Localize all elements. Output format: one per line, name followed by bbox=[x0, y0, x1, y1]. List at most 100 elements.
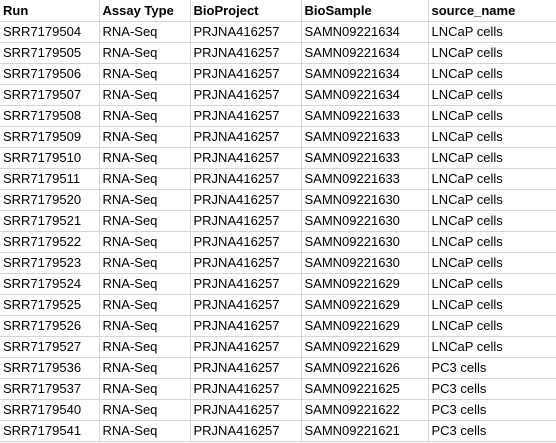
cell-bioproject[interactable]: PRJNA416257 bbox=[189, 377, 302, 400]
cell-assay-type[interactable]: RNA-Seq bbox=[98, 83, 191, 106]
cell-source-name[interactable]: LNCaP cells bbox=[427, 335, 556, 358]
header-cell-bioproject[interactable]: BioProject bbox=[189, 0, 302, 22]
cell-source-name[interactable]: PC3 cells bbox=[427, 356, 556, 379]
cell-run[interactable]: SRR7179505 bbox=[0, 41, 100, 64]
cell-biosample[interactable]: SAMN09221633 bbox=[300, 167, 429, 190]
cell-run[interactable]: SRR7179521 bbox=[0, 209, 100, 232]
cell-run[interactable]: SRR7179524 bbox=[0, 272, 100, 295]
cell-source-name[interactable]: LNCaP cells bbox=[427, 20, 556, 43]
cell-source-name[interactable]: LNCaP cells bbox=[427, 146, 556, 169]
cell-bioproject[interactable]: PRJNA416257 bbox=[189, 41, 302, 64]
cell-biosample[interactable]: SAMN09221634 bbox=[300, 20, 429, 43]
cell-bioproject[interactable]: PRJNA416257 bbox=[189, 251, 302, 274]
cell-source-name[interactable]: LNCaP cells bbox=[427, 272, 556, 295]
cell-biosample[interactable]: SAMN09221622 bbox=[300, 398, 429, 421]
cell-biosample[interactable]: SAMN09221629 bbox=[300, 293, 429, 316]
cell-bioproject[interactable]: PRJNA416257 bbox=[189, 272, 302, 295]
cell-assay-type[interactable]: RNA-Seq bbox=[98, 335, 191, 358]
cell-assay-type[interactable]: RNA-Seq bbox=[98, 167, 191, 190]
cell-source-name[interactable]: LNCaP cells bbox=[427, 104, 556, 127]
cell-source-name[interactable]: PC3 cells bbox=[427, 398, 556, 421]
header-cell-assay-type[interactable]: Assay Type bbox=[98, 0, 191, 22]
cell-bioproject[interactable]: PRJNA416257 bbox=[189, 62, 302, 85]
cell-run[interactable]: SRR7179526 bbox=[0, 314, 100, 337]
cell-run[interactable]: SRR7179536 bbox=[0, 356, 100, 379]
cell-assay-type[interactable]: RNA-Seq bbox=[98, 293, 191, 316]
cell-biosample[interactable]: SAMN09221629 bbox=[300, 272, 429, 295]
cell-run[interactable]: SRR7179520 bbox=[0, 188, 100, 211]
cell-assay-type[interactable]: RNA-Seq bbox=[98, 209, 191, 232]
cell-run[interactable]: SRR7179537 bbox=[0, 377, 100, 400]
cell-biosample[interactable]: SAMN09221629 bbox=[300, 335, 429, 358]
cell-bioproject[interactable]: PRJNA416257 bbox=[189, 209, 302, 232]
cell-run[interactable]: SRR7179504 bbox=[0, 20, 100, 43]
cell-run[interactable]: SRR7179509 bbox=[0, 125, 100, 148]
cell-source-name[interactable]: LNCaP cells bbox=[427, 62, 556, 85]
cell-run[interactable]: SRR7179506 bbox=[0, 62, 100, 85]
cell-run[interactable]: SRR7179540 bbox=[0, 398, 100, 421]
cell-bioproject[interactable]: PRJNA416257 bbox=[189, 293, 302, 316]
cell-assay-type[interactable]: RNA-Seq bbox=[98, 188, 191, 211]
cell-assay-type[interactable]: RNA-Seq bbox=[98, 20, 191, 43]
cell-assay-type[interactable]: RNA-Seq bbox=[98, 314, 191, 337]
cell-source-name[interactable]: LNCaP cells bbox=[427, 167, 556, 190]
cell-biosample[interactable]: SAMN09221629 bbox=[300, 314, 429, 337]
cell-source-name[interactable]: LNCaP cells bbox=[427, 41, 556, 64]
cell-bioproject[interactable]: PRJNA416257 bbox=[189, 188, 302, 211]
cell-biosample[interactable]: SAMN09221634 bbox=[300, 41, 429, 64]
cell-source-name[interactable]: PC3 cells bbox=[427, 419, 556, 442]
cell-source-name[interactable]: LNCaP cells bbox=[427, 251, 556, 274]
cell-biosample[interactable]: SAMN09221621 bbox=[300, 419, 429, 442]
cell-assay-type[interactable]: RNA-Seq bbox=[98, 419, 191, 442]
header-cell-run[interactable]: Run bbox=[0, 0, 100, 22]
cell-bioproject[interactable]: PRJNA416257 bbox=[189, 125, 302, 148]
cell-assay-type[interactable]: RNA-Seq bbox=[98, 125, 191, 148]
cell-biosample[interactable]: SAMN09221630 bbox=[300, 188, 429, 211]
cell-assay-type[interactable]: RNA-Seq bbox=[98, 230, 191, 253]
cell-biosample[interactable]: SAMN09221630 bbox=[300, 209, 429, 232]
cell-biosample[interactable]: SAMN09221634 bbox=[300, 62, 429, 85]
cell-source-name[interactable]: LNCaP cells bbox=[427, 83, 556, 106]
cell-bioproject[interactable]: PRJNA416257 bbox=[189, 146, 302, 169]
cell-run[interactable]: SRR7179541 bbox=[0, 419, 100, 442]
cell-assay-type[interactable]: RNA-Seq bbox=[98, 41, 191, 64]
cell-biosample[interactable]: SAMN09221630 bbox=[300, 251, 429, 274]
cell-run[interactable]: SRR7179525 bbox=[0, 293, 100, 316]
cell-assay-type[interactable]: RNA-Seq bbox=[98, 146, 191, 169]
cell-source-name[interactable]: LNCaP cells bbox=[427, 188, 556, 211]
cell-biosample[interactable]: SAMN09221630 bbox=[300, 230, 429, 253]
cell-bioproject[interactable]: PRJNA416257 bbox=[189, 230, 302, 253]
cell-bioproject[interactable]: PRJNA416257 bbox=[189, 356, 302, 379]
header-cell-source-name[interactable]: source_name bbox=[427, 0, 556, 22]
cell-run[interactable]: SRR7179510 bbox=[0, 146, 100, 169]
cell-biosample[interactable]: SAMN09221634 bbox=[300, 83, 429, 106]
cell-bioproject[interactable]: PRJNA416257 bbox=[189, 167, 302, 190]
cell-run[interactable]: SRR7179507 bbox=[0, 83, 100, 106]
cell-biosample[interactable]: SAMN09221633 bbox=[300, 146, 429, 169]
cell-biosample[interactable]: SAMN09221626 bbox=[300, 356, 429, 379]
cell-biosample[interactable]: SAMN09221625 bbox=[300, 377, 429, 400]
cell-bioproject[interactable]: PRJNA416257 bbox=[189, 20, 302, 43]
cell-assay-type[interactable]: RNA-Seq bbox=[98, 356, 191, 379]
cell-assay-type[interactable]: RNA-Seq bbox=[98, 377, 191, 400]
cell-bioproject[interactable]: PRJNA416257 bbox=[189, 314, 302, 337]
cell-assay-type[interactable]: RNA-Seq bbox=[98, 398, 191, 421]
cell-bioproject[interactable]: PRJNA416257 bbox=[189, 335, 302, 358]
cell-bioproject[interactable]: PRJNA416257 bbox=[189, 83, 302, 106]
cell-assay-type[interactable]: RNA-Seq bbox=[98, 272, 191, 295]
cell-source-name[interactable]: LNCaP cells bbox=[427, 230, 556, 253]
cell-source-name[interactable]: LNCaP cells bbox=[427, 314, 556, 337]
cell-assay-type[interactable]: RNA-Seq bbox=[98, 104, 191, 127]
cell-source-name[interactable]: LNCaP cells bbox=[427, 125, 556, 148]
cell-assay-type[interactable]: RNA-Seq bbox=[98, 62, 191, 85]
cell-run[interactable]: SRR7179522 bbox=[0, 230, 100, 253]
cell-bioproject[interactable]: PRJNA416257 bbox=[189, 419, 302, 442]
cell-source-name[interactable]: PC3 cells bbox=[427, 377, 556, 400]
cell-assay-type[interactable]: RNA-Seq bbox=[98, 251, 191, 274]
cell-run[interactable]: SRR7179511 bbox=[0, 167, 100, 190]
cell-bioproject[interactable]: PRJNA416257 bbox=[189, 104, 302, 127]
cell-bioproject[interactable]: PRJNA416257 bbox=[189, 398, 302, 421]
cell-biosample[interactable]: SAMN09221633 bbox=[300, 104, 429, 127]
cell-source-name[interactable]: LNCaP cells bbox=[427, 293, 556, 316]
cell-biosample[interactable]: SAMN09221633 bbox=[300, 125, 429, 148]
